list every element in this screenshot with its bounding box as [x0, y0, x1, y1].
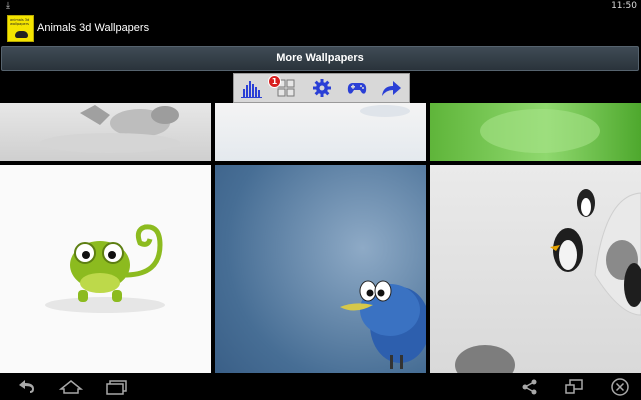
share-system-button[interactable]: [520, 376, 540, 397]
share-arrow-icon: [382, 81, 401, 96]
navigation-bar: [0, 373, 641, 400]
status-time: 11:50: [611, 1, 637, 11]
close-circle-icon: [611, 378, 629, 396]
toolbar: [233, 73, 410, 103]
recent-apps-button[interactable]: [104, 376, 130, 397]
notification-badge: 1: [268, 75, 281, 88]
green-image: [480, 109, 600, 153]
app-logo-text: animals 3d wallpapers: [10, 18, 30, 26]
back-arrow-icon: [19, 380, 34, 393]
download-icon: ⤓: [6, 1, 10, 11]
close-button[interactable]: [609, 376, 631, 397]
snow-image: [360, 105, 410, 117]
gamepad-icon: [347, 83, 367, 94]
action-bar: animals 3d wallpapers Animals 3d Wallpap…: [0, 12, 641, 44]
app-title: Animals 3d Wallpapers: [37, 22, 150, 34]
recent-apps-icon: [106, 380, 127, 395]
share-button[interactable]: [379, 77, 403, 99]
app-logo[interactable]: animals 3d wallpapers: [7, 15, 34, 42]
blue-bird-image: [340, 280, 426, 369]
home-icon: [58, 380, 84, 394]
stats-button[interactable]: [239, 77, 263, 99]
tiger-image: [40, 105, 180, 153]
gear-icon: [313, 79, 331, 97]
games-button[interactable]: [345, 77, 369, 99]
wallpaper-grid: [0, 103, 641, 373]
screen-mirror-button[interactable]: [563, 376, 585, 397]
more-wallpapers-button[interactable]: More Wallpapers: [1, 46, 639, 71]
home-button[interactable]: [58, 376, 84, 397]
wallpaper-thumbnail[interactable]: [430, 165, 641, 373]
settings-button[interactable]: [310, 77, 334, 99]
wallpaper-thumbnail[interactable]: [430, 103, 641, 161]
bar-chart-icon: [241, 81, 262, 98]
more-wallpapers-label: More Wallpapers: [276, 52, 364, 64]
wallpaper-thumbnail[interactable]: [0, 103, 211, 161]
penguins-image: [455, 189, 641, 373]
wallpaper-thumbnail[interactable]: [215, 103, 426, 161]
logo-animal-icon: [15, 31, 28, 38]
screen-mirror-icon: [565, 379, 583, 394]
back-button[interactable]: [14, 376, 38, 397]
share-icon: [522, 379, 537, 395]
chameleon-image: [45, 224, 165, 313]
wallpaper-thumbnail[interactable]: [215, 165, 426, 373]
status-bar: ⤓ 11:50: [0, 0, 641, 12]
wallpaper-thumbnail[interactable]: [0, 165, 211, 373]
